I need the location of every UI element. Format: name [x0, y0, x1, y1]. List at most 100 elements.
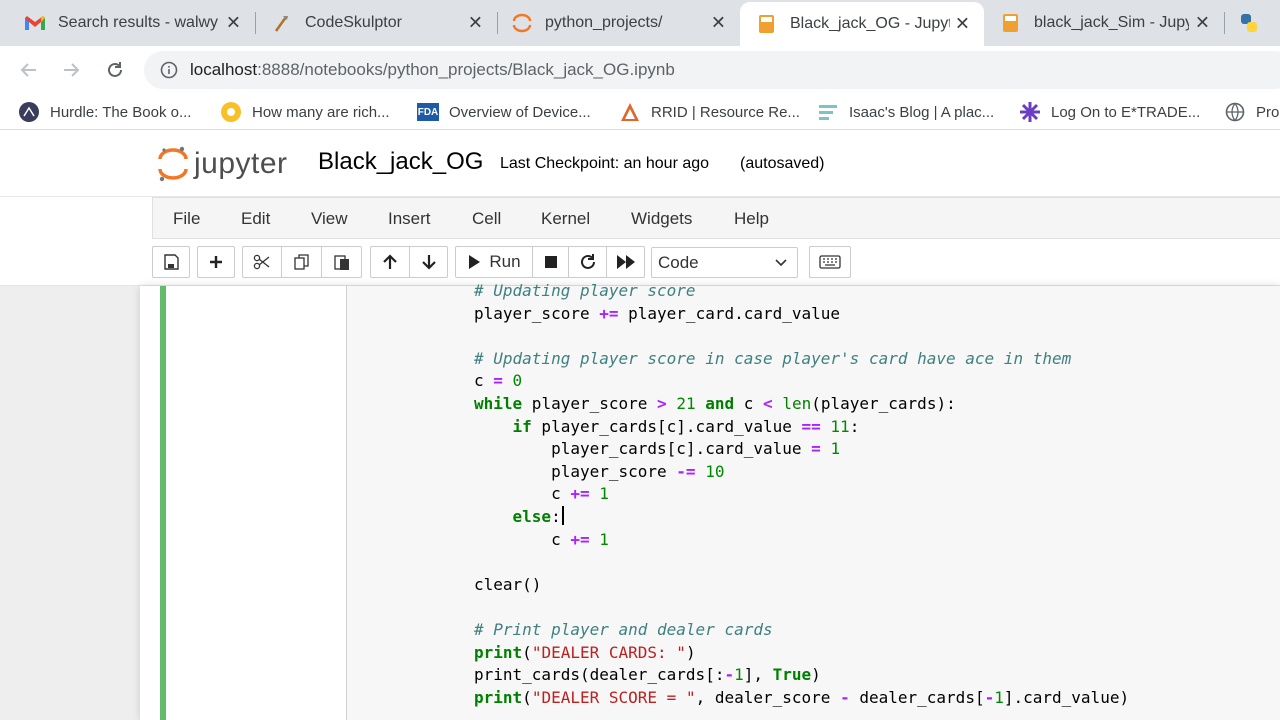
tab-title: Search results - walwy — [58, 14, 218, 31]
comment-token: # Print player and dealer cards — [474, 619, 773, 639]
code-line[interactable] — [474, 551, 1129, 574]
move-down-button[interactable] — [410, 246, 448, 278]
menubar: File Edit View Insert Cell Kernel Widget… — [152, 197, 1280, 239]
interrupt-kernel-button[interactable] — [533, 246, 569, 278]
command-palette-button[interactable] — [809, 246, 851, 278]
operator-token: < — [763, 393, 773, 413]
keyword-token: print — [474, 687, 523, 707]
operator-token: == — [801, 416, 821, 436]
code-line[interactable]: c += 1 — [474, 529, 1129, 552]
cell-type-value: Code — [658, 252, 699, 272]
paste-button[interactable] — [322, 246, 362, 278]
site-info-icon[interactable] — [160, 61, 178, 79]
jupyter-logo[interactable]: jupyter — [158, 145, 288, 183]
number-token: 1 — [734, 665, 744, 685]
menu-kernel[interactable]: Kernel — [541, 209, 590, 229]
address-bar[interactable]: localhost:8888/notebooks/python_projects… — [144, 51, 1280, 89]
code-line[interactable]: player_score += player_card.card_value — [474, 303, 1129, 326]
code-line[interactable]: player_cards[c].card_value = 1 — [474, 438, 1129, 461]
code-line[interactable]: c += 1 — [474, 483, 1129, 506]
restart-kernel-button[interactable] — [569, 246, 607, 278]
copy-button[interactable] — [282, 246, 322, 278]
blog-icon — [817, 101, 839, 123]
bookmark-pro[interactable]: Pro — [1224, 100, 1279, 124]
menu-edit[interactable]: Edit — [241, 209, 270, 229]
code-line[interactable]: # Updating player score — [474, 280, 1129, 303]
code-line[interactable]: clear() — [474, 574, 1129, 597]
menu-help[interactable]: Help — [734, 209, 769, 229]
code-line[interactable]: player_score -= 10 — [474, 461, 1129, 484]
bookmark-label: Isaac's Blog | A plac... — [849, 103, 995, 121]
keyword-token: True — [772, 665, 812, 685]
tab-black-jack-sim[interactable]: black_jack_Sim - Jupyt ✕ — [984, 0, 1224, 46]
tab-python-projects[interactable]: python_projects/ ✕ — [497, 0, 740, 46]
bookmark-etrade[interactable]: Log On to E*TRADE... — [1019, 100, 1200, 124]
cut-button[interactable] — [242, 246, 282, 278]
jupyter-icon — [511, 12, 533, 34]
move-up-button[interactable] — [370, 246, 410, 278]
code-token: dealer_cards[ — [849, 687, 985, 707]
number-token: 0 — [512, 371, 523, 391]
paste-icon — [333, 255, 349, 270]
notebook-name[interactable]: Black_jack_OG — [318, 148, 483, 176]
menu-file[interactable]: File — [173, 209, 200, 229]
close-icon[interactable]: ✕ — [711, 13, 726, 34]
cell-prompt-area[interactable] — [166, 286, 346, 720]
menu-widgets[interactable]: Widgets — [631, 209, 692, 229]
code-line[interactable]: print("DEALER CARDS: ") — [474, 642, 1129, 665]
code-line[interactable]: # Print player and dealer cards — [474, 619, 1129, 642]
code-line[interactable]: if player_cards[c].card_value == 11: — [474, 416, 1129, 439]
operator-token: > — [657, 393, 667, 413]
code-line[interactable]: # Updating player score in case player's… — [474, 348, 1129, 371]
bookmark-isaac-blog[interactable]: Isaac's Blog | A plac... — [817, 100, 994, 124]
reload-icon[interactable] — [101, 56, 129, 84]
bookmark-label: Hurdle: The Book o... — [50, 103, 192, 121]
run-label: Run — [489, 252, 521, 271]
python-tab-icon[interactable] — [1238, 12, 1260, 34]
run-button[interactable]: Run — [455, 246, 533, 278]
insert-cell-button[interactable] — [197, 246, 235, 278]
close-icon[interactable]: ✕ — [955, 14, 970, 35]
bookmark-rrid[interactable]: RRID | Resource Re... — [619, 100, 800, 124]
browser-toolbar: localhost:8888/notebooks/python_projects… — [0, 46, 1280, 94]
tab-gmail-search[interactable]: Search results - walwy ✕ — [0, 0, 255, 46]
code-line[interactable]: while player_score > 21 and c < len(play… — [474, 393, 1129, 416]
bookmarks-bar: Hurdle: The Book o... How many are rich.… — [0, 94, 1280, 130]
gmail-icon — [24, 12, 46, 34]
keyword-token: and — [705, 393, 735, 413]
keyword-token: while — [474, 393, 523, 413]
code-line[interactable] — [474, 325, 1129, 348]
code-token: player_cards[c].card_value — [474, 439, 812, 459]
code-token: ].card_value) — [1003, 687, 1130, 707]
save-button[interactable] — [152, 246, 190, 278]
code-editor[interactable]: # Updating player score player_score += p… — [474, 280, 1129, 709]
close-icon[interactable]: ✕ — [226, 13, 241, 34]
arrow-down-icon — [421, 255, 436, 270]
cell-type-select[interactable]: Code — [651, 247, 798, 278]
tab-title: black_jack_Sim - Jupyt — [1034, 14, 1189, 31]
close-icon[interactable]: ✕ — [468, 13, 483, 34]
code-token: player_score — [474, 461, 677, 481]
code-line[interactable]: else: — [474, 505, 1129, 529]
back-icon[interactable] — [15, 56, 43, 84]
bookmark-fda[interactable]: FDA Overview of Device... — [417, 100, 591, 124]
menu-view[interactable]: View — [311, 209, 348, 229]
code-line[interactable]: c = 0 — [474, 370, 1129, 393]
bookmark-hurdle[interactable]: Hurdle: The Book o... — [18, 100, 191, 124]
forward-icon[interactable] — [57, 56, 85, 84]
code-token: ) — [685, 642, 696, 662]
code-line[interactable] — [474, 596, 1129, 619]
close-icon[interactable]: ✕ — [1195, 13, 1210, 34]
tab-codeskulptor[interactable]: CodeSkulptor ✕ — [245, 0, 497, 46]
tab-black-jack-og[interactable]: Black_jack_OG - Jupyte ✕ — [740, 2, 984, 46]
menu-cell[interactable]: Cell — [472, 209, 501, 229]
code-line[interactable]: print_cards(dealer_cards[:-1], True) — [474, 664, 1129, 687]
menu-insert[interactable]: Insert — [388, 209, 431, 229]
code-line[interactable]: print("DEALER SCORE = ", dealer_score - … — [474, 687, 1129, 710]
bookmark-rich[interactable]: How many are rich... — [220, 100, 390, 124]
restart-run-all-button[interactable] — [607, 246, 645, 278]
